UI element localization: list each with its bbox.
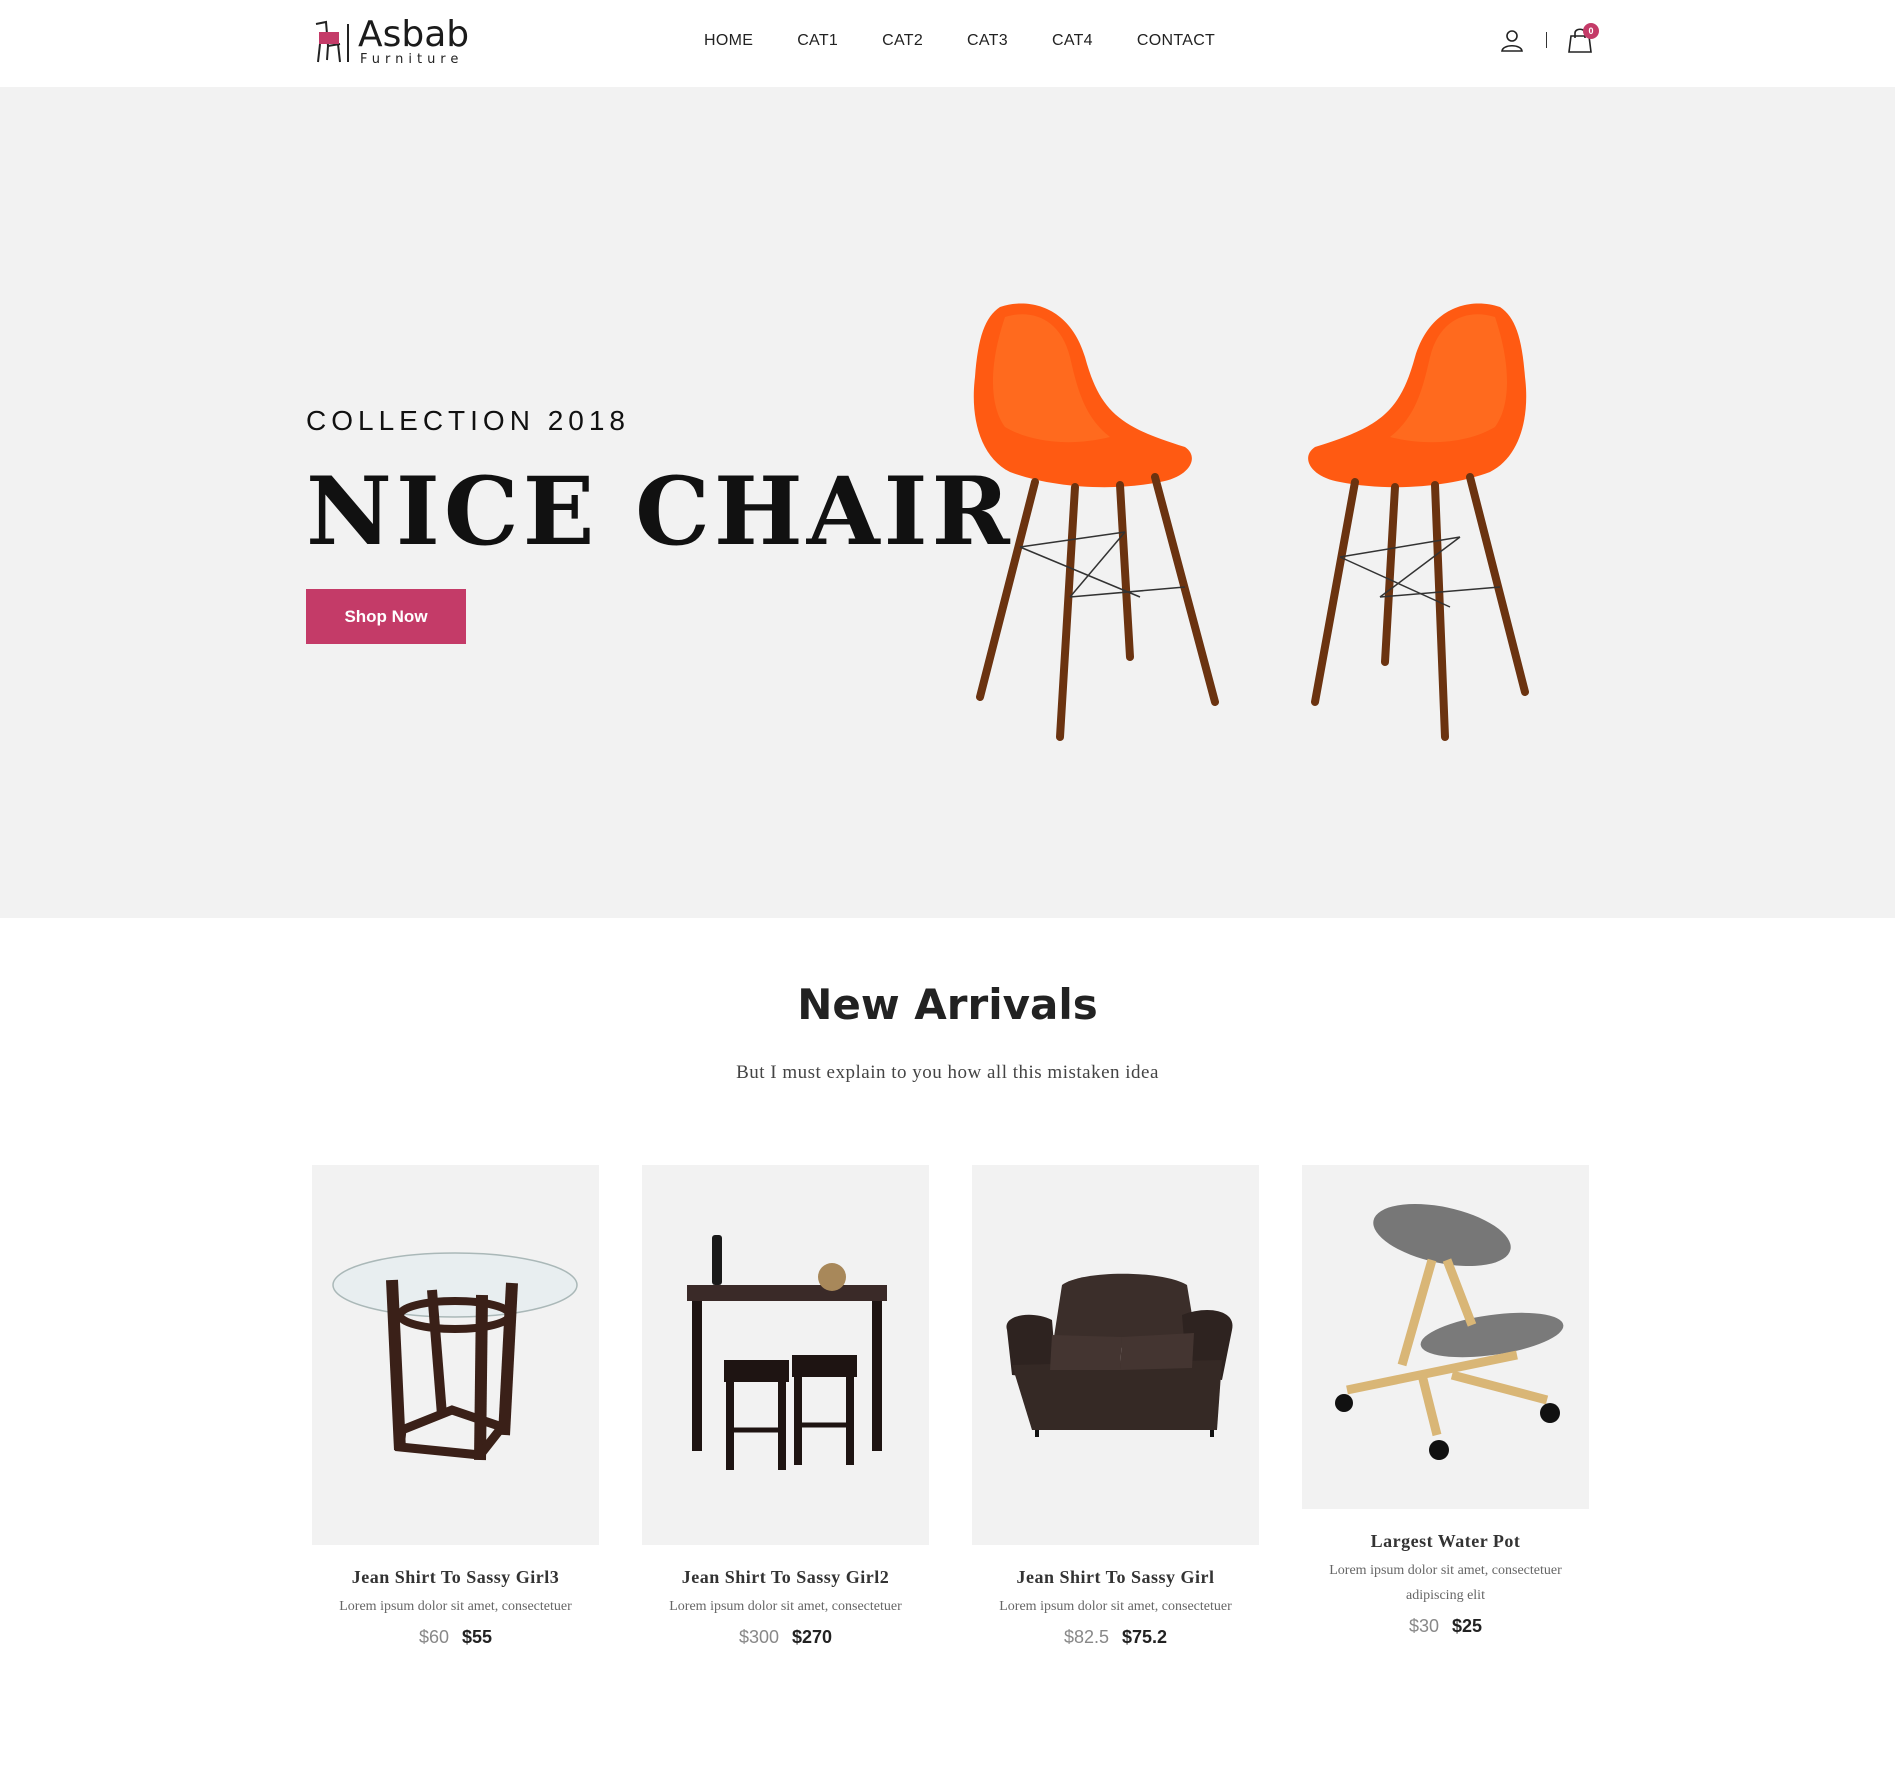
nav-home[interactable]: HOME xyxy=(704,32,753,50)
shop-now-button[interactable]: Shop Now xyxy=(306,589,466,644)
orange-chairs-image xyxy=(973,303,1529,741)
product-description: Lorem ipsum dolor sit amet, consectetuer xyxy=(339,1599,572,1614)
kneeling-chair-icon xyxy=(1335,1203,1564,1460)
product-card: Largest Water Pot Lorem ipsum dolor sit … xyxy=(1302,1165,1589,1637)
new-arrivals-title: New Arrivals xyxy=(797,980,1098,1029)
product-card: Jean Shirt To Sassy Girl2 Lorem ipsum do… xyxy=(642,1165,929,1648)
user-icon[interactable] xyxy=(1500,28,1524,52)
old-price: $30 xyxy=(1408,1616,1439,1636)
product-price: $30 $25 xyxy=(1302,1616,1589,1637)
sale-price: $55 xyxy=(462,1627,493,1647)
nav-cat1[interactable]: CAT1 xyxy=(797,32,838,50)
new-arrivals-subtitle: But I must explain to you how all this m… xyxy=(736,1062,1159,1083)
cart-button[interactable]: 0 xyxy=(1567,23,1599,54)
glass-round-table-icon xyxy=(332,1252,578,1461)
hero-banner: COLLECTION 2018 NICE CHAIR Shop Now xyxy=(0,87,1895,918)
leather-loveseat-icon xyxy=(1006,1273,1233,1437)
product-image[interactable] xyxy=(642,1165,929,1545)
product-name[interactable]: Jean Shirt To Sassy Girl2 xyxy=(642,1567,929,1588)
bar-table-stools-icon xyxy=(687,1235,887,1470)
old-price: $82.5 xyxy=(1063,1627,1109,1647)
product-name[interactable]: Jean Shirt To Sassy Girl xyxy=(972,1567,1259,1588)
old-price: $60 xyxy=(418,1627,449,1647)
product-name[interactable]: Jean Shirt To Sassy Girl3 xyxy=(312,1567,599,1588)
product-image[interactable] xyxy=(1302,1165,1589,1509)
header-divider xyxy=(1546,32,1547,48)
brand-name: Asbab xyxy=(358,14,470,55)
hero-title: NICE CHAIR xyxy=(306,457,1014,567)
nav-cat3[interactable]: CAT3 xyxy=(967,32,1008,50)
sale-price: $75.2 xyxy=(1122,1627,1168,1647)
product-image[interactable] xyxy=(312,1165,599,1545)
nav-cat4[interactable]: CAT4 xyxy=(1052,32,1093,50)
nav-contact[interactable]: CONTACT xyxy=(1137,32,1215,50)
old-price: $300 xyxy=(738,1627,779,1647)
hero-eyebrow: COLLECTION 2018 xyxy=(306,405,630,436)
product-price: $82.5 $75.2 xyxy=(972,1627,1259,1648)
product-description: Lorem ipsum dolor sit amet, consectetuer xyxy=(669,1599,902,1614)
header-actions: 0 xyxy=(1500,23,1599,54)
product-price: $300 $270 xyxy=(642,1627,929,1648)
product-description: Lorem ipsum dolor sit amet, consectetuer xyxy=(999,1599,1232,1614)
sale-price: $270 xyxy=(792,1627,833,1647)
product-image[interactable] xyxy=(972,1165,1259,1545)
brand-tagline: Furniture xyxy=(360,52,464,67)
chair-logo-icon xyxy=(315,20,349,63)
main-nav: HOME CAT1 CAT2 CAT3 CAT4 CONTACT xyxy=(704,32,1259,50)
product-name[interactable]: Largest Water Pot xyxy=(1302,1531,1589,1552)
product-card: Jean Shirt To Sassy Girl Lorem ipsum dol… xyxy=(972,1165,1259,1648)
product-price: $60 $55 xyxy=(312,1627,599,1648)
cart-count-badge: 0 xyxy=(1583,23,1599,39)
product-description: Lorem ipsum dolor sit amet, consectetuer… xyxy=(1329,1563,1562,1603)
sale-price: $25 xyxy=(1452,1616,1483,1636)
brand-logo[interactable]: Asbab Furniture xyxy=(310,14,480,70)
site-header: Asbab Furniture HOME CAT1 CAT2 CAT3 CAT4… xyxy=(0,0,1895,87)
nav-cat2[interactable]: CAT2 xyxy=(882,32,923,50)
product-card: Jean Shirt To Sassy Girl3 Lorem ipsum do… xyxy=(312,1165,599,1648)
